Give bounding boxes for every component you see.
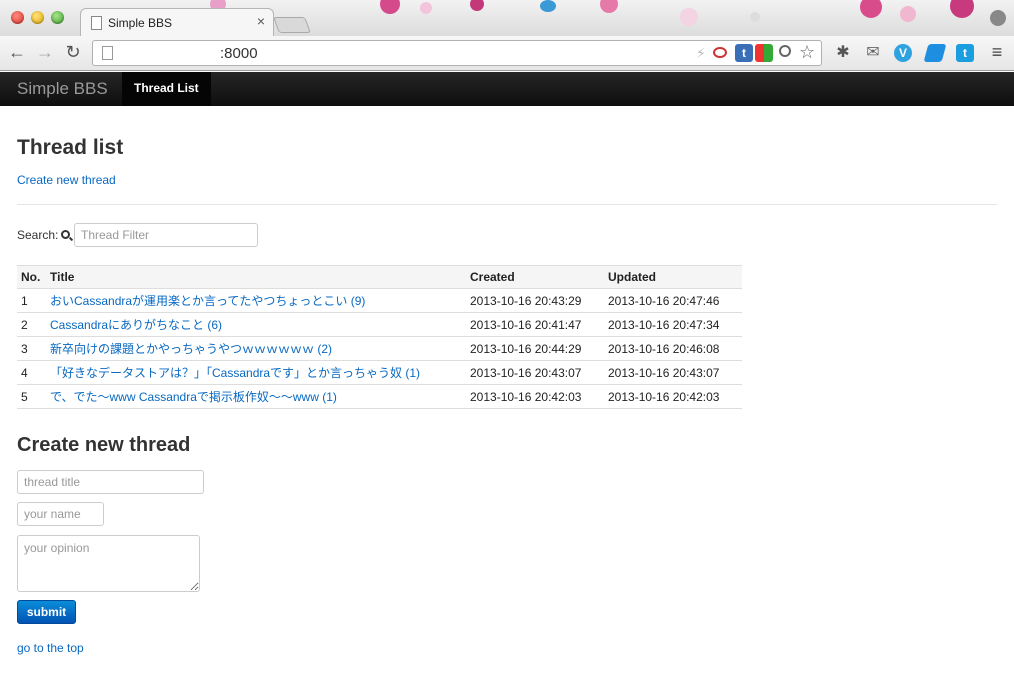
- column-header-no: No.: [17, 265, 46, 289]
- opinion-textarea[interactable]: [17, 535, 200, 592]
- cell-created: 2013-10-16 20:41:47: [466, 312, 604, 337]
- address-url: :8000: [220, 45, 258, 62]
- column-header-created: Created: [466, 265, 604, 289]
- page-title: Thread list: [17, 136, 124, 159]
- cell-updated: 2013-10-16 20:42:03: [604, 384, 742, 409]
- cell-no: 4: [17, 360, 46, 385]
- table-row: 1 おいCassandraが運用楽とか言ってたやつちょっとこい (9) 2013…: [17, 288, 742, 313]
- table-row: 4 「好きなデータストアは？」「Cassandraです」とか言っちゃう奴 (1)…: [17, 360, 742, 385]
- ext-bug-icon[interactable]: ✱: [834, 44, 852, 62]
- cell-title: 「好きなデータストアは？」「Cassandraです」とか言っちゃう奴 (1): [46, 360, 466, 385]
- app-navbar: Simple BBS Thread List: [0, 72, 1014, 106]
- tab-title: Simple BBS: [108, 16, 173, 30]
- table-row: 2 Cassandraにありがちなこと (6) 2013-10-16 20:41…: [17, 312, 742, 337]
- cell-title: で、でた〜www Cassandraで掲示板作奴〜〜www (1): [46, 384, 466, 409]
- window-close-button[interactable]: [11, 11, 24, 24]
- cell-no: 3: [17, 336, 46, 361]
- tab-close-icon[interactable]: ×: [257, 13, 265, 29]
- cell-title: Cassandraにありがちなこと (6): [46, 312, 466, 337]
- cell-no: 2: [17, 312, 46, 337]
- cell-no: 5: [17, 384, 46, 409]
- brand-link[interactable]: Simple BBS: [17, 79, 108, 99]
- thread-link[interactable]: Cassandraにありがちなこと (6): [50, 318, 222, 332]
- go-to-top-link[interactable]: go to the top: [17, 641, 84, 655]
- thread-table: No. Title Created Updated 1 おいCassandraが…: [17, 265, 742, 409]
- cell-updated: 2013-10-16 20:47:46: [604, 288, 742, 313]
- page-icon: [91, 16, 102, 30]
- name-input[interactable]: [17, 502, 104, 526]
- window-minimize-button[interactable]: [31, 11, 44, 24]
- thread-link[interactable]: 新卒向けの課題とかやっちゃうやつｗｗｗｗｗｗ (2): [50, 342, 332, 356]
- ext-v-icon[interactable]: V: [894, 44, 912, 62]
- ext-colorful-icon[interactable]: [755, 44, 773, 62]
- cell-updated: 2013-10-16 20:47:34: [604, 312, 742, 337]
- create-thread-link[interactable]: Create new thread: [17, 173, 116, 187]
- search-icon: [61, 230, 70, 239]
- lightning-icon[interactable]: ⚡: [696, 45, 706, 62]
- thread-link[interactable]: 「好きなデータストアは？」「Cassandraです」とか言っちゃう奴 (1): [50, 366, 420, 380]
- table-row: 3 新卒向けの課題とかやっちゃうやつｗｗｗｗｗｗ (2) 2013-10-16 …: [17, 336, 742, 361]
- cell-created: 2013-10-16 20:44:29: [466, 336, 604, 361]
- ext-t-icon[interactable]: t: [735, 44, 753, 62]
- table-row: 5 で、でた〜www Cassandraで掲示板作奴〜〜www (1) 2013…: [17, 384, 742, 409]
- cell-updated: 2013-10-16 20:46:08: [604, 336, 742, 361]
- twitter-icon[interactable]: t: [956, 44, 974, 62]
- address-bar[interactable]: :8000 ⚡ t ☆: [92, 40, 822, 66]
- new-tab-button[interactable]: [273, 17, 311, 33]
- ext-blue-icon[interactable]: [923, 44, 947, 62]
- zoom-icon[interactable]: [779, 45, 791, 57]
- page-icon: [102, 46, 113, 60]
- browser-toolbar: ← → ↻ :8000 ⚡ t ☆ ✱ ✉ V t ≡: [0, 36, 1014, 71]
- window-zoom-button[interactable]: [51, 11, 64, 24]
- browser-tab[interactable]: Simple BBS ×: [80, 8, 274, 36]
- forward-icon[interactable]: →: [34, 42, 56, 63]
- reload-icon[interactable]: ↻: [62, 42, 84, 63]
- table-header-row: No. Title Created Updated: [17, 265, 742, 289]
- thread-title-input[interactable]: [17, 470, 204, 494]
- cell-created: 2013-10-16 20:43:07: [466, 360, 604, 385]
- cell-no: 1: [17, 288, 46, 313]
- cell-title: おいCassandraが運用楽とか言ってたやつちょっとこい (9): [46, 288, 466, 313]
- divider: [17, 204, 997, 205]
- nav-item-thread-list[interactable]: Thread List: [122, 72, 211, 106]
- ext-cloud-icon[interactable]: [713, 47, 727, 58]
- thread-link[interactable]: おいCassandraが運用楽とか言ってたやつちょっとこい (9): [50, 294, 365, 308]
- cell-title: 新卒向けの課題とかやっちゃうやつｗｗｗｗｗｗ (2): [46, 336, 466, 361]
- window-titlebar: Simple BBS ×: [0, 0, 1014, 36]
- cell-created: 2013-10-16 20:43:29: [466, 288, 604, 313]
- column-header-updated: Updated: [604, 265, 742, 289]
- back-icon[interactable]: ←: [6, 42, 28, 63]
- cell-updated: 2013-10-16 20:43:07: [604, 360, 742, 385]
- create-thread-heading: Create new thread: [17, 434, 191, 456]
- cell-created: 2013-10-16 20:42:03: [466, 384, 604, 409]
- search-label: Search:: [17, 228, 59, 242]
- search-input[interactable]: [74, 223, 258, 247]
- gmail-icon[interactable]: ✉: [864, 44, 882, 62]
- thread-link[interactable]: で、でた〜www Cassandraで掲示板作奴〜〜www (1): [50, 390, 337, 404]
- bookmark-star-icon[interactable]: ☆: [799, 42, 815, 63]
- column-header-title: Title: [46, 265, 466, 289]
- menu-icon[interactable]: ≡: [986, 42, 1008, 63]
- submit-button[interactable]: submit: [17, 600, 76, 624]
